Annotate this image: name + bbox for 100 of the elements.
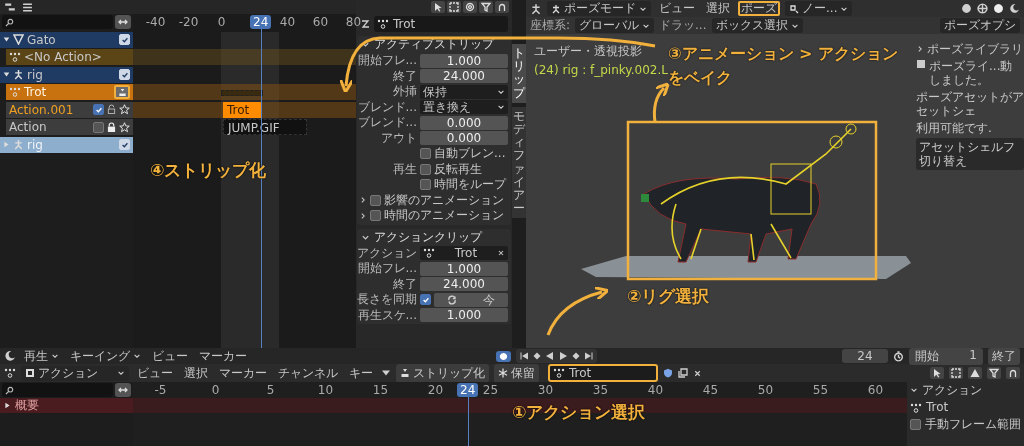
tool-dropdown[interactable]: ボックス選択 [711, 18, 803, 33]
wireframe-icon[interactable] [977, 3, 988, 14]
sync-now-button[interactable]: 今 [434, 292, 508, 307]
action-field[interactable]: Trot [420, 246, 508, 261]
disclosure-triangle-icon[interactable] [3, 36, 10, 43]
tool-dropdown[interactable]: グローバル [575, 18, 655, 33]
search-field[interactable] [2, 15, 113, 29]
settings-button[interactable] [463, 1, 477, 13]
jump-to-end-icon[interactable] [583, 351, 594, 361]
action-strip[interactable] [221, 90, 263, 96]
snap-button[interactable] [1006, 367, 1020, 379]
menu-item[interactable]: ポーズ [738, 1, 780, 16]
channel-row[interactable]: rig [0, 66, 133, 83]
close-icon[interactable] [497, 249, 505, 258]
box-select-button[interactable] [949, 367, 963, 379]
checkbox[interactable] [93, 121, 104, 133]
menu-item[interactable]: 選択 [703, 1, 733, 16]
next-keyframe-icon[interactable] [570, 351, 581, 361]
record-button[interactable] [495, 350, 511, 362]
filter-down-icon[interactable] [381, 368, 391, 378]
checkbox[interactable] [370, 210, 381, 222]
number-field[interactable]: 1.000 [420, 53, 508, 68]
star-icon[interactable] [119, 121, 130, 133]
track-row[interactable]: Action [6, 119, 133, 135]
current-frame-indicator[interactable]: 24 [250, 15, 272, 29]
channel-row[interactable]: <No Action> [6, 49, 133, 65]
checkbox[interactable] [910, 419, 921, 430]
menu-dropdown[interactable]: 再生 [21, 348, 62, 364]
swap-button[interactable] [115, 383, 131, 397]
search-field[interactable] [2, 383, 113, 397]
copy-icon[interactable] [678, 368, 688, 378]
solid-shading-icon[interactable] [993, 3, 1004, 14]
asset-shelf-toggle-button[interactable]: アセットシェルフ切り替え [916, 138, 1024, 170]
number-field[interactable]: 0.000 [420, 115, 508, 130]
previous-keyframe-icon[interactable] [531, 351, 542, 361]
pivot-dropdown[interactable]: ノー... [785, 1, 853, 16]
checkbox[interactable] [420, 294, 431, 306]
panel-header[interactable]: アクション [910, 382, 1024, 398]
checkbox[interactable] [420, 179, 431, 191]
menu-item[interactable]: ビュー [149, 348, 191, 364]
disclosure-triangle-icon[interactable] [3, 71, 10, 78]
editor-type-icon[interactable] [4, 1, 16, 13]
number-field[interactable]: 1.000 [420, 261, 508, 276]
action-selector[interactable]: Trot [548, 364, 658, 382]
track-row[interactable]: Action.001 [6, 101, 133, 118]
number-field[interactable]: 1.000 [420, 308, 508, 323]
menu-item[interactable]: ビュー [656, 1, 698, 16]
close-icon[interactable] [693, 368, 702, 378]
summary-row[interactable]: 概要 [0, 398, 133, 413]
select-tool-button[interactable] [431, 1, 445, 13]
editor-type-icon[interactable] [4, 350, 16, 362]
checkbox[interactable] [93, 104, 104, 115]
checkbox[interactable] [420, 148, 431, 160]
checkbox[interactable] [420, 163, 431, 175]
shading-icon[interactable] [961, 3, 972, 14]
box-select-button[interactable] [447, 1, 461, 13]
menu-item[interactable]: チャンネル [275, 365, 341, 381]
menu-icon[interactable] [22, 1, 33, 13]
menu-item[interactable]: 選択 [181, 365, 211, 381]
menu-item[interactable]: キー [346, 365, 376, 381]
subpanel-title[interactable]: 時間のアニメーション [384, 207, 504, 225]
mode-dropdown[interactable]: ポーズモード [547, 1, 651, 16]
current-frame-field[interactable]: 24 [842, 349, 888, 363]
disclosure-triangle-icon[interactable] [4, 402, 11, 409]
sidebar-tab[interactable]: モディファイアー [512, 106, 526, 219]
shield-icon[interactable] [663, 368, 673, 378]
subpanel-title[interactable]: 影響のアニメーション [384, 191, 504, 209]
panel-header[interactable]: ポーズライブラリ [916, 42, 1024, 56]
play-icon[interactable] [557, 351, 568, 361]
warning-button[interactable] [968, 367, 982, 379]
action-field[interactable]: Trot [374, 16, 508, 32]
lock-icon[interactable] [107, 121, 116, 133]
mode-dropdown[interactable]: アクション [21, 365, 129, 381]
sidebar-tab[interactable]: トリップ [512, 44, 526, 103]
pose-options-dropdown[interactable]: ポーズオプシ [940, 18, 1020, 33]
menu-dropdown[interactable]: キーイング [67, 348, 144, 364]
play-reverse-icon[interactable] [544, 351, 555, 361]
current-frame-indicator[interactable]: 24 [457, 383, 479, 397]
lock-icon[interactable] [107, 104, 116, 115]
jump-to-start-icon[interactable] [518, 351, 529, 361]
filter-button[interactable] [479, 1, 493, 13]
filter-button[interactable] [987, 367, 1001, 379]
rigged-cat-drawing[interactable] [641, 123, 857, 263]
number-field[interactable]: 24.000 [420, 69, 508, 84]
panel-header[interactable]: アクションクリップ [357, 228, 511, 246]
channel-row[interactable]: Gato [0, 31, 133, 48]
clock-icon[interactable] [893, 350, 904, 362]
swap-button[interactable] [115, 15, 131, 29]
number-field[interactable]: 24.000 [420, 277, 508, 292]
checkbox[interactable] [370, 194, 381, 206]
snap-button[interactable] [495, 1, 509, 13]
push-down-button[interactable] [114, 85, 130, 99]
menu-item[interactable]: ビュー [134, 365, 176, 381]
dropdown[interactable]: 置き換え [420, 100, 508, 115]
menu-item[interactable]: マーカー [196, 348, 250, 364]
dropdown[interactable]: 保持 [420, 84, 508, 99]
material-shading-icon[interactable] [1009, 3, 1020, 14]
select-tool-button[interactable] [930, 367, 944, 379]
star-icon[interactable] [119, 104, 130, 115]
editor-type-icon[interactable] [530, 2, 542, 15]
